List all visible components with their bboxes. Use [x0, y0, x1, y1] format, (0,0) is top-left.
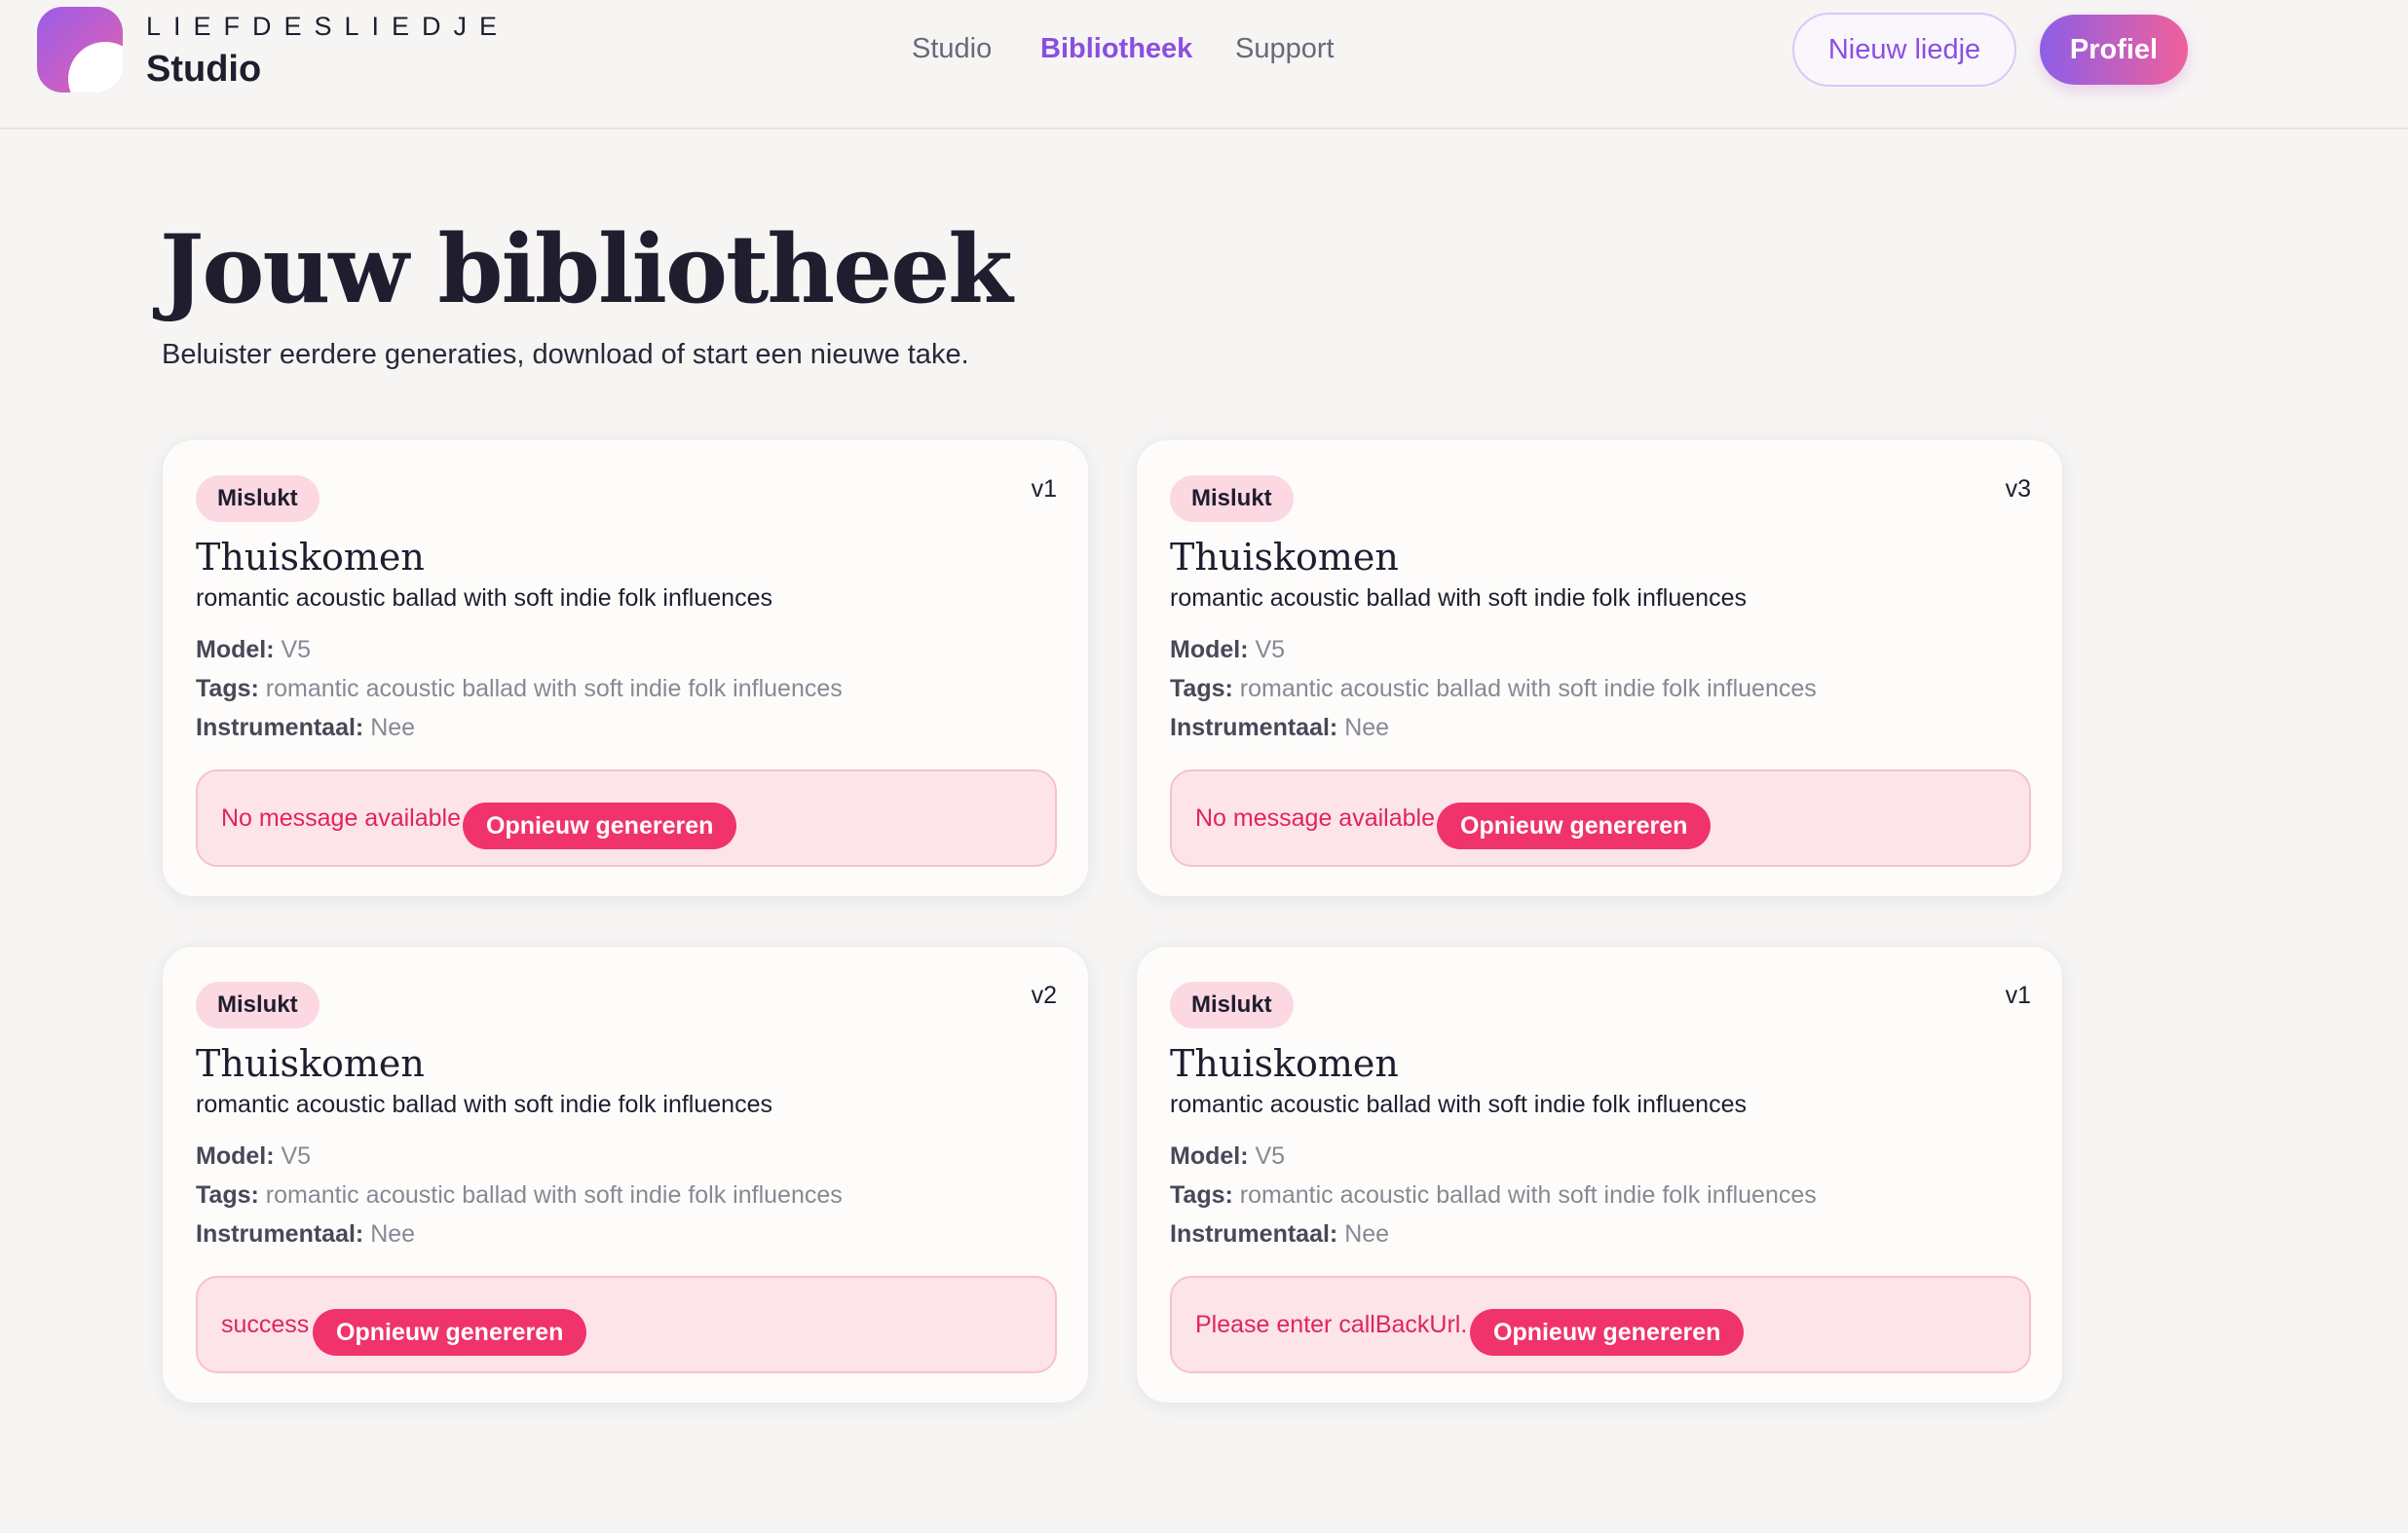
meta-tags: Tags: romantic acoustic ballad with soft… — [196, 675, 843, 703]
meta-model-value: V5 — [281, 1142, 312, 1170]
song-card: Mislukt v1 Thuiskomen romantic acoustic … — [1136, 946, 2063, 1403]
meta-model-value: V5 — [281, 636, 312, 663]
profile-button[interactable]: Profiel — [2040, 15, 2188, 85]
meta-tags-value: romantic acoustic ballad with soft indie… — [1239, 675, 1817, 702]
meta-tags-key: Tags: — [1170, 1181, 1233, 1209]
new-song-button[interactable]: Nieuw liedje — [1792, 13, 2016, 87]
song-description: romantic acoustic ballad with soft indie… — [1170, 1091, 1747, 1118]
page-title: Jouw bibliotheek — [160, 214, 1013, 324]
meta-tags-value: romantic acoustic ballad with soft indie… — [265, 1181, 843, 1209]
meta-model: Model: V5 — [1170, 1142, 1285, 1171]
top-navigation-bar: LIEFDESLIEDJE Studio Studio Bibliotheek … — [0, 0, 2408, 130]
nav-item-bibliotheek[interactable]: Bibliotheek — [1040, 33, 1192, 65]
meta-model-value: V5 — [1255, 636, 1286, 663]
status-badge: Mislukt — [196, 475, 320, 522]
song-card: Mislukt v2 Thuiskomen romantic acoustic … — [162, 946, 1089, 1403]
meta-tags: Tags: romantic acoustic ballad with soft… — [196, 1181, 843, 1210]
meta-model-value: V5 — [1255, 1142, 1286, 1170]
song-description: romantic acoustic ballad with soft indie… — [196, 584, 772, 612]
error-message-box: success Opnieuw genereren — [196, 1276, 1057, 1373]
song-card: Mislukt v1 Thuiskomen romantic acoustic … — [162, 439, 1089, 897]
meta-tags-value: romantic acoustic ballad with soft indie… — [1239, 1181, 1817, 1209]
meta-instrumental: Instrumentaal: Nee — [196, 1220, 415, 1249]
error-message: No message available — [1195, 804, 1435, 832]
nav-item-support[interactable]: Support — [1235, 33, 1335, 65]
version-label: v1 — [1031, 475, 1057, 503]
meta-instrumental-key: Instrumentaal: — [1170, 714, 1338, 741]
meta-instrumental-value: Nee — [1344, 714, 1390, 741]
meta-instrumental-value: Nee — [1344, 1220, 1390, 1248]
song-title: Thuiskomen — [196, 536, 425, 579]
meta-tags-key: Tags: — [196, 1181, 259, 1209]
meta-instrumental-key: Instrumentaal: — [1170, 1220, 1338, 1248]
meta-model: Model: V5 — [196, 1142, 311, 1171]
meta-model-key: Model: — [1170, 636, 1249, 663]
meta-instrumental: Instrumentaal: Nee — [1170, 714, 1389, 742]
status-badge: Mislukt — [1170, 982, 1294, 1028]
meta-instrumental-value: Nee — [370, 714, 416, 741]
song-title: Thuiskomen — [1170, 1042, 1399, 1085]
meta-tags: Tags: romantic acoustic ballad with soft… — [1170, 1181, 1817, 1210]
nav-item-studio[interactable]: Studio — [912, 33, 992, 65]
meta-instrumental-value: Nee — [370, 1220, 416, 1248]
error-message: No message available — [221, 804, 461, 832]
meta-tags-key: Tags: — [196, 675, 259, 702]
brand-subtitle: Studio — [146, 49, 262, 90]
meta-tags-key: Tags: — [1170, 675, 1233, 702]
song-description: romantic acoustic ballad with soft indie… — [1170, 584, 1747, 612]
meta-tags-value: romantic acoustic ballad with soft indie… — [265, 675, 843, 702]
logo-icon[interactable] — [37, 7, 123, 93]
song-title: Thuiskomen — [196, 1042, 425, 1085]
error-message-box: Please enter callBackUrl. Opnieuw genere… — [1170, 1276, 2031, 1373]
meta-instrumental: Instrumentaal: Nee — [196, 714, 415, 742]
meta-model-key: Model: — [1170, 1142, 1249, 1170]
regenerate-button[interactable]: Opnieuw genereren — [313, 1309, 587, 1356]
version-label: v2 — [1031, 982, 1057, 1009]
version-label: v1 — [2005, 982, 2031, 1009]
version-label: v3 — [2005, 475, 2031, 503]
meta-instrumental-key: Instrumentaal: — [196, 714, 364, 741]
meta-model-key: Model: — [196, 1142, 275, 1170]
song-card: Mislukt v3 Thuiskomen romantic acoustic … — [1136, 439, 2063, 897]
page-subtitle: Beluister eerdere generaties, download o… — [162, 339, 969, 370]
meta-model-key: Model: — [196, 636, 275, 663]
song-title: Thuiskomen — [1170, 536, 1399, 579]
meta-instrumental: Instrumentaal: Nee — [1170, 1220, 1389, 1249]
meta-instrumental-key: Instrumentaal: — [196, 1220, 364, 1248]
song-description: romantic acoustic ballad with soft indie… — [196, 1091, 772, 1118]
status-badge: Mislukt — [1170, 475, 1294, 522]
error-message-box: No message available Opnieuw genereren — [196, 769, 1057, 867]
error-message: success — [221, 1311, 310, 1338]
brand-name: LIEFDESLIEDJE — [146, 12, 510, 41]
error-message: Please enter callBackUrl. — [1195, 1311, 1468, 1338]
regenerate-button[interactable]: Opnieuw genereren — [1437, 803, 1712, 849]
error-message-box: No message available Opnieuw genereren — [1170, 769, 2031, 867]
meta-model: Model: V5 — [1170, 636, 1285, 664]
status-badge: Mislukt — [196, 982, 320, 1028]
regenerate-button[interactable]: Opnieuw genereren — [463, 803, 737, 849]
regenerate-button[interactable]: Opnieuw genereren — [1470, 1309, 1745, 1356]
meta-model: Model: V5 — [196, 636, 311, 664]
meta-tags: Tags: romantic acoustic ballad with soft… — [1170, 675, 1817, 703]
